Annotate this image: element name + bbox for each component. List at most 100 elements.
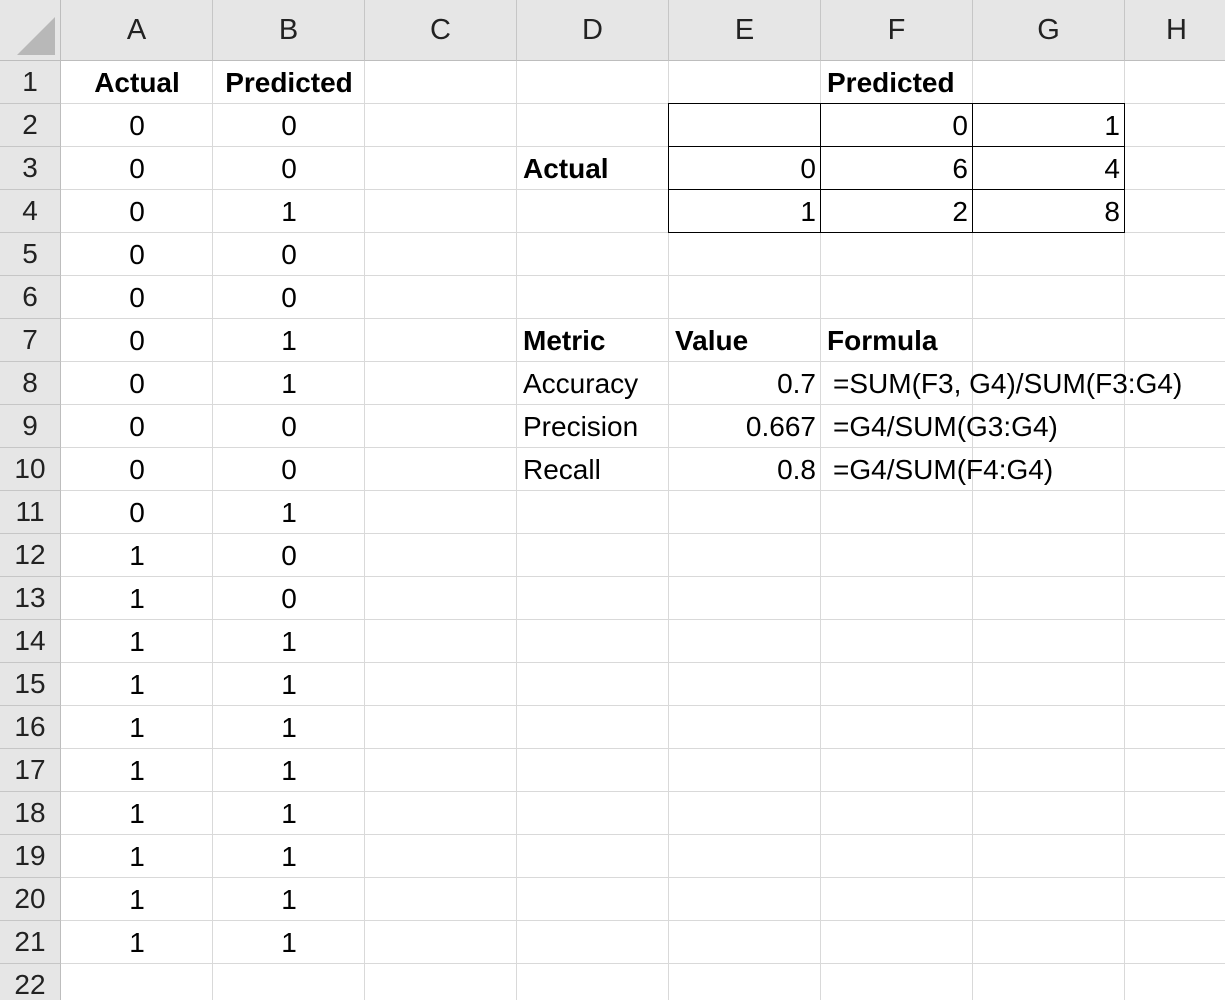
select-all-button[interactable]	[0, 0, 61, 61]
predicted-value-cell[interactable]: 1	[213, 706, 365, 749]
actual-value-cell[interactable]: 1	[61, 749, 213, 792]
metric-formula-cell[interactable]: =G4/SUM(F4:G4)	[821, 448, 1221, 491]
metric-formula-cell[interactable]: =SUM(F3, G4)/SUM(F3:G4)	[821, 362, 1221, 405]
actual-value-cell[interactable]: 1	[61, 577, 213, 620]
row-header-20[interactable]: 20	[0, 878, 61, 921]
header-actual[interactable]: Actual	[61, 61, 213, 104]
actual-value-cell[interactable]: 0	[61, 147, 213, 190]
matrix-predicted-label[interactable]: Predicted	[821, 61, 1021, 104]
row-header-9[interactable]: 9	[0, 405, 61, 448]
matrix-value-cell[interactable]: 6	[821, 147, 973, 190]
column-header-c[interactable]: C	[365, 0, 517, 61]
column-header-b[interactable]: B	[213, 0, 365, 61]
actual-value-cell[interactable]: 0	[61, 190, 213, 233]
metric-name-cell[interactable]: Precision	[517, 405, 669, 448]
metric-value-cell[interactable]: 0.8	[669, 448, 821, 491]
row-header-15[interactable]: 15	[0, 663, 61, 706]
matrix-actual-label[interactable]: Actual	[517, 147, 669, 190]
actual-value-cell[interactable]: 1	[61, 663, 213, 706]
column-header-d[interactable]: D	[517, 0, 669, 61]
matrix-col-label[interactable]: 1	[973, 104, 1125, 147]
metric-value-cell[interactable]: 0.7	[669, 362, 821, 405]
row-header-6[interactable]: 6	[0, 276, 61, 319]
matrix-col-label[interactable]: 0	[821, 104, 973, 147]
row-header-7[interactable]: 7	[0, 319, 61, 362]
actual-value-cell[interactable]: 1	[61, 792, 213, 835]
column-header-a[interactable]: A	[61, 0, 213, 61]
matrix-row-label[interactable]: 0	[669, 147, 821, 190]
metrics-header-formula[interactable]: Formula	[821, 319, 1121, 362]
metric-name-cell[interactable]: Accuracy	[517, 362, 669, 405]
actual-value-cell[interactable]: 1	[61, 921, 213, 964]
row-header-12[interactable]: 12	[0, 534, 61, 577]
gridline-vertical	[516, 61, 517, 1000]
actual-value-cell[interactable]: 0	[61, 448, 213, 491]
row-header-18[interactable]: 18	[0, 792, 61, 835]
actual-value-cell[interactable]: 0	[61, 362, 213, 405]
predicted-value-cell[interactable]: 1	[213, 362, 365, 405]
predicted-value-cell[interactable]: 0	[213, 577, 365, 620]
predicted-value-cell[interactable]: 1	[213, 190, 365, 233]
row-header-22[interactable]: 22	[0, 964, 61, 1000]
actual-value-cell[interactable]: 1	[61, 620, 213, 663]
column-header-f[interactable]: F	[821, 0, 973, 61]
column-header-e[interactable]: E	[669, 0, 821, 61]
row-header-1[interactable]: 1	[0, 61, 61, 104]
actual-value-cell[interactable]: 1	[61, 534, 213, 577]
predicted-value-cell[interactable]: 1	[213, 835, 365, 878]
actual-value-cell[interactable]: 1	[61, 835, 213, 878]
actual-value-cell[interactable]: 0	[61, 104, 213, 147]
row-header-17[interactable]: 17	[0, 749, 61, 792]
metric-value-cell[interactable]: 0.667	[669, 405, 821, 448]
actual-value-cell[interactable]: 0	[61, 276, 213, 319]
matrix-value-cell[interactable]: 2	[821, 190, 973, 233]
predicted-value-cell[interactable]: 1	[213, 620, 365, 663]
row-header-3[interactable]: 3	[0, 147, 61, 190]
predicted-value-cell[interactable]: 0	[213, 147, 365, 190]
metric-name-cell[interactable]: Recall	[517, 448, 669, 491]
metrics-header-metric[interactable]: Metric	[517, 319, 669, 362]
matrix-border-horizontal	[668, 146, 1125, 147]
matrix-value-cell[interactable]: 4	[973, 147, 1125, 190]
matrix-row-label[interactable]: 1	[669, 190, 821, 233]
row-header-19[interactable]: 19	[0, 835, 61, 878]
column-header-g[interactable]: G	[973, 0, 1125, 61]
predicted-value-cell[interactable]: 1	[213, 491, 365, 534]
row-header-2[interactable]: 2	[0, 104, 61, 147]
predicted-value-cell[interactable]: 1	[213, 319, 365, 362]
matrix-border-vertical	[668, 103, 669, 233]
row-header-16[interactable]: 16	[0, 706, 61, 749]
actual-value-cell[interactable]: 1	[61, 706, 213, 749]
predicted-value-cell[interactable]: 1	[213, 921, 365, 964]
row-header-11[interactable]: 11	[0, 491, 61, 534]
matrix-value-cell[interactable]: 8	[973, 190, 1125, 233]
matrix-border-vertical	[820, 103, 821, 233]
row-header-10[interactable]: 10	[0, 448, 61, 491]
row-header-5[interactable]: 5	[0, 233, 61, 276]
predicted-value-cell[interactable]: 1	[213, 749, 365, 792]
row-header-13[interactable]: 13	[0, 577, 61, 620]
actual-value-cell[interactable]: 0	[61, 233, 213, 276]
row-header-21[interactable]: 21	[0, 921, 61, 964]
row-header-8[interactable]: 8	[0, 362, 61, 405]
actual-value-cell[interactable]: 0	[61, 405, 213, 448]
metric-formula-cell[interactable]: =G4/SUM(G3:G4)	[821, 405, 1221, 448]
metrics-header-value[interactable]: Value	[669, 319, 821, 362]
column-header-h[interactable]: H	[1125, 0, 1225, 61]
predicted-value-cell[interactable]: 1	[213, 663, 365, 706]
predicted-value-cell[interactable]: 0	[213, 448, 365, 491]
predicted-value-cell[interactable]: 1	[213, 878, 365, 921]
spreadsheet-grid[interactable]: A B C D E F G H 1 2 3 4 5 6 7 8 9 10 11 12 13 14 15 16 17 18 19 20 2…	[0, 0, 1225, 1000]
actual-value-cell[interactable]: 0	[61, 491, 213, 534]
predicted-value-cell[interactable]: 0	[213, 405, 365, 448]
predicted-value-cell[interactable]: 0	[213, 276, 365, 319]
row-header-14[interactable]: 14	[0, 620, 61, 663]
predicted-value-cell[interactable]: 0	[213, 104, 365, 147]
actual-value-cell[interactable]: 0	[61, 319, 213, 362]
actual-value-cell[interactable]: 1	[61, 878, 213, 921]
row-header-4[interactable]: 4	[0, 190, 61, 233]
predicted-value-cell[interactable]: 0	[213, 233, 365, 276]
predicted-value-cell[interactable]: 1	[213, 792, 365, 835]
header-predicted[interactable]: Predicted	[213, 61, 365, 104]
predicted-value-cell[interactable]: 0	[213, 534, 365, 577]
